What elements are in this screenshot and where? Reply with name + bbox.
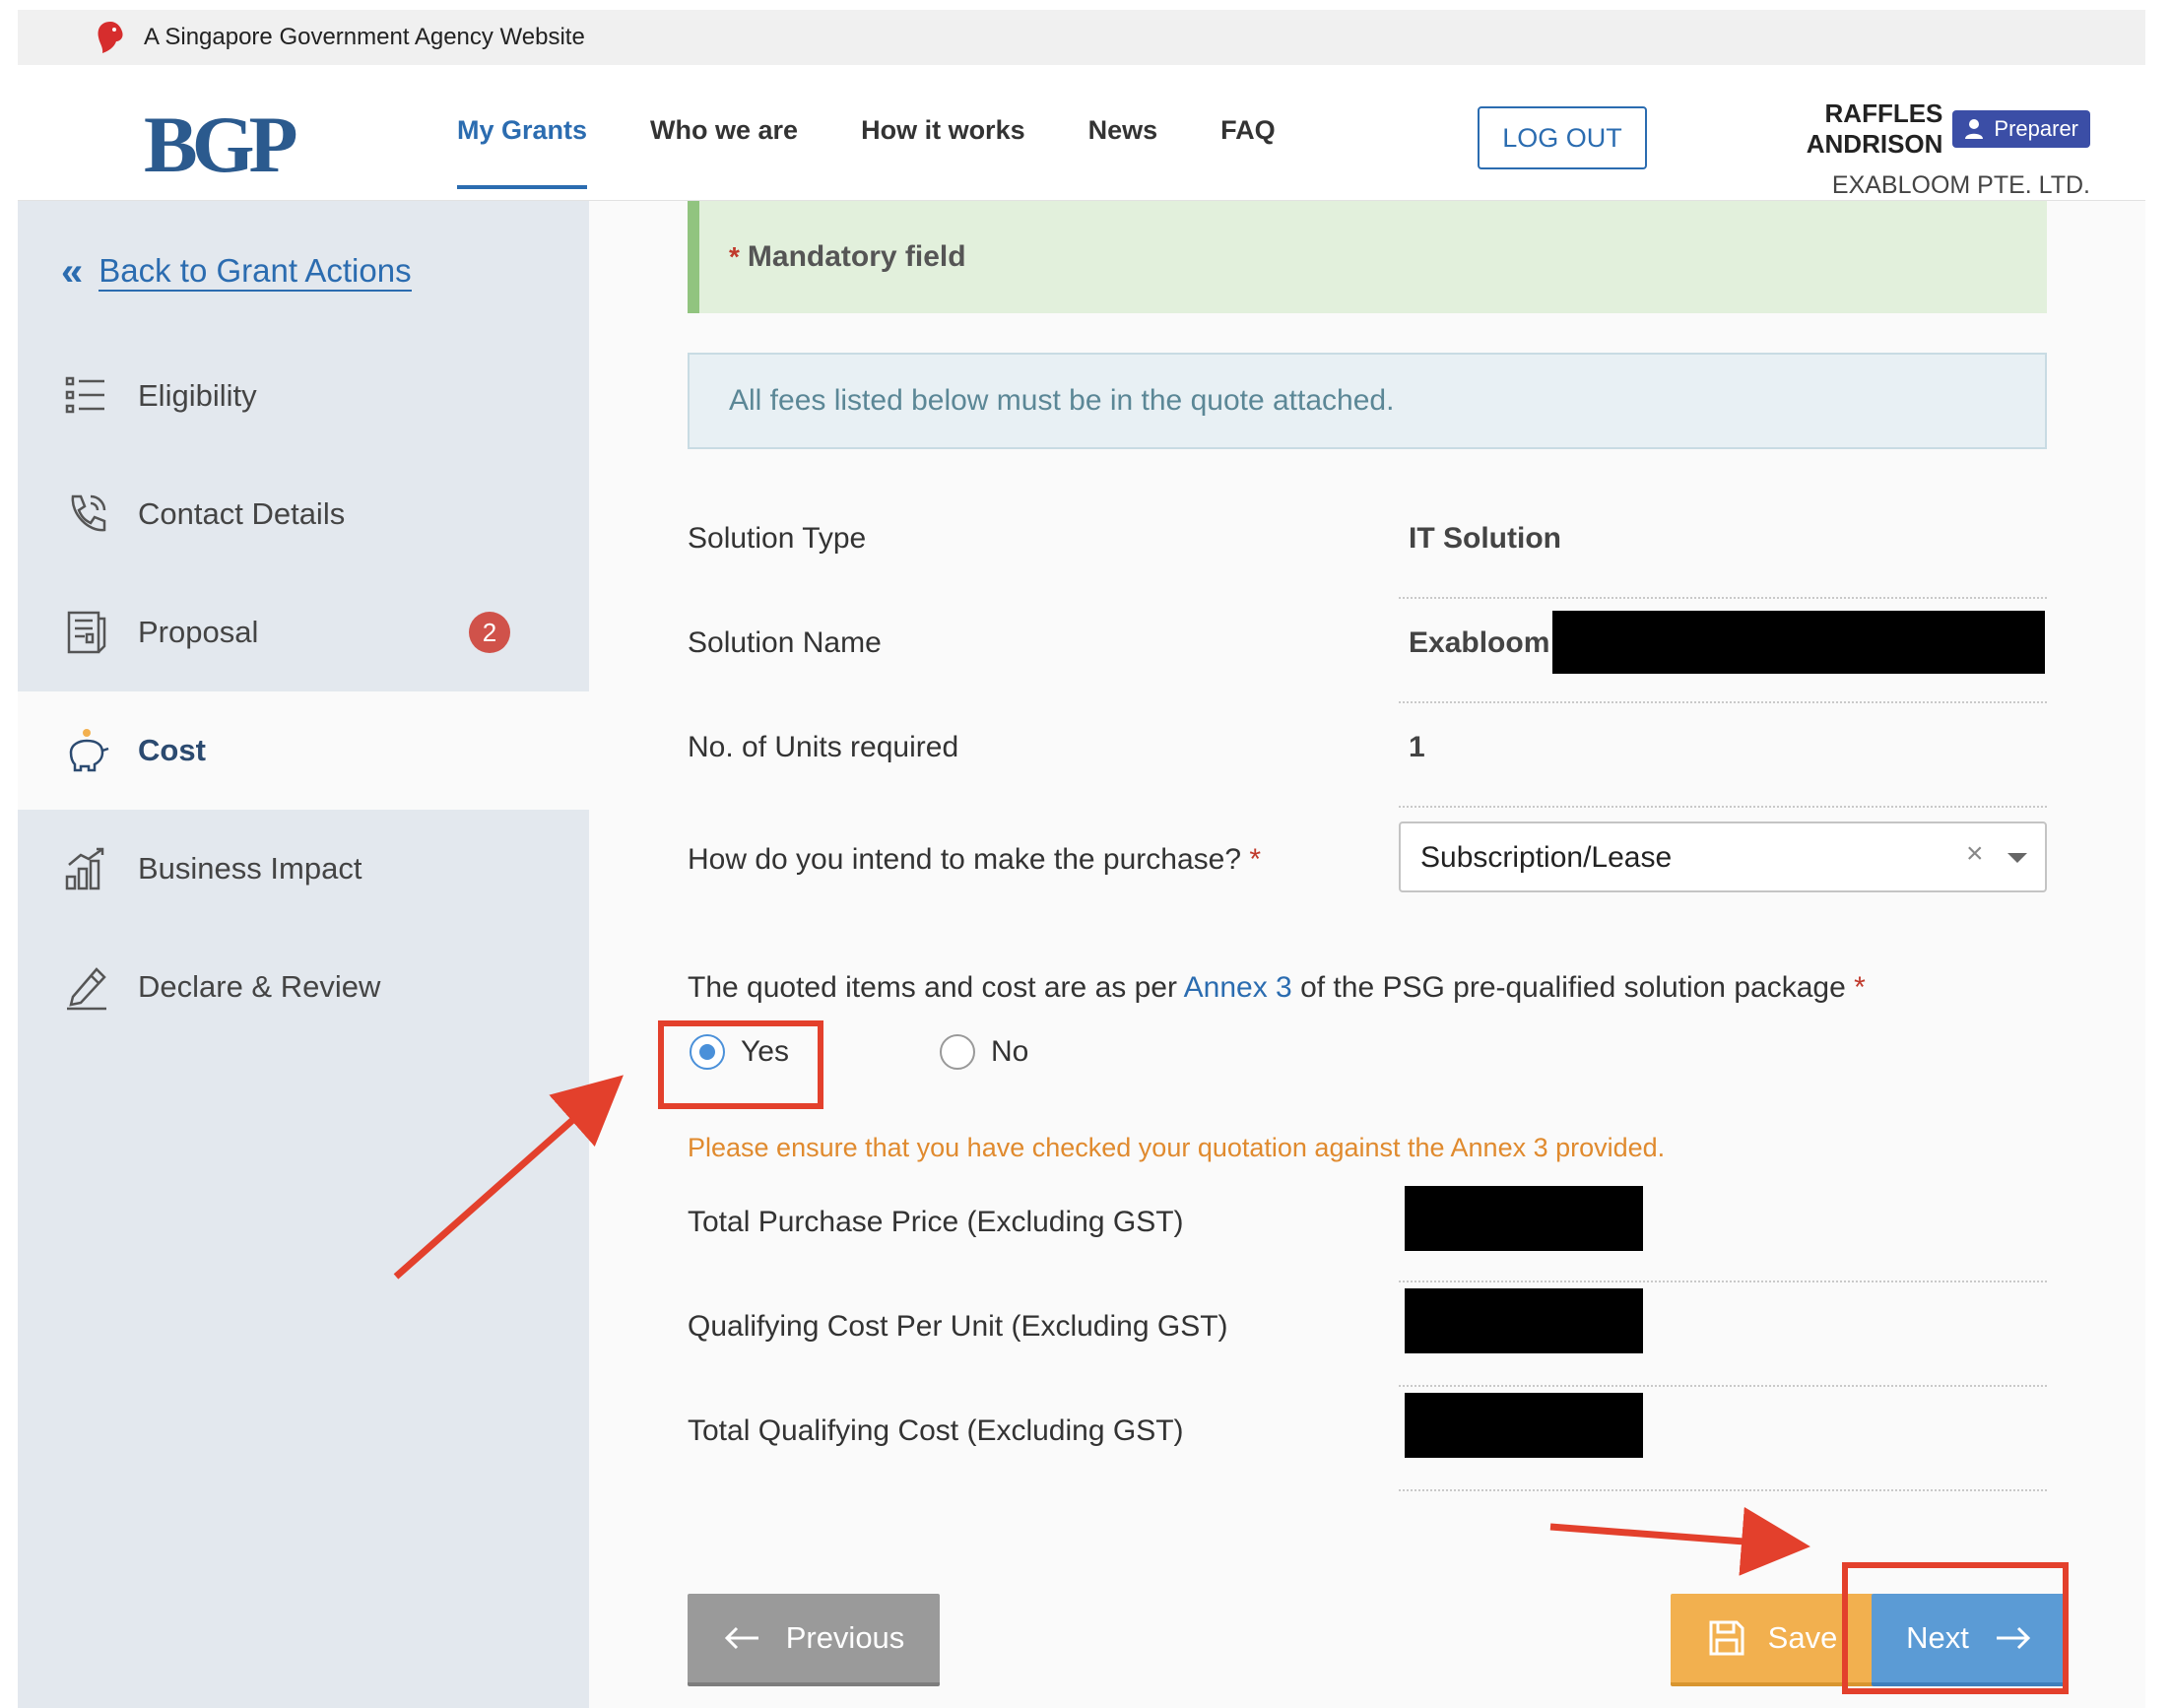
previous-label: Previous — [785, 1620, 905, 1655]
user-info: RAFFLES ANDRISON Preparer EXABLOOM PTE. … — [1692, 99, 2090, 200]
next-button[interactable]: Next — [1872, 1594, 2067, 1686]
sidebar-item-contact-details[interactable]: Contact Details — [18, 455, 589, 573]
purchase-method-select[interactable]: Subscription/Lease × — [1399, 821, 2047, 892]
annex-question: The quoted items and cost are as per Ann… — [688, 971, 1866, 1004]
units-row: No. of Units required 1 — [688, 703, 2047, 808]
nav-who-we-are[interactable]: Who we are — [650, 115, 798, 189]
government-masthead: A Singapore Government Agency Website — [18, 10, 2145, 65]
double-chevron-left-icon: « — [61, 250, 84, 294]
nav-how-it-works[interactable]: How it works — [861, 115, 1025, 189]
sidebar-item-label: Proposal — [138, 615, 259, 649]
role-badge: Preparer — [1952, 110, 2090, 148]
next-label: Next — [1906, 1620, 1969, 1655]
annex-warning: Please ensure that you have checked your… — [688, 1133, 1666, 1162]
solution-name-value: Exabloom — [1409, 626, 1550, 659]
solution-type-value-field: IT Solution — [1399, 494, 2047, 599]
redacted-block — [1405, 1186, 1643, 1251]
phone-icon — [71, 494, 106, 532]
piggy-bank-icon — [69, 729, 109, 772]
company-name: EXABLOOM PTE. LTD. — [1831, 171, 2090, 199]
total-purchase-row: Total Purchase Price (Excluding GST) — [688, 1178, 2047, 1282]
sidebar: « Back to Grant Actions Eligibility Cont… — [18, 201, 589, 1708]
sidebar-item-declare-review[interactable]: Declare & Review — [18, 928, 589, 1046]
radio-yes-label: Yes — [741, 1035, 789, 1068]
radio-no-label: No — [991, 1035, 1029, 1068]
sidebar-item-business-impact[interactable]: Business Impact — [18, 810, 589, 928]
radio-no[interactable]: No — [940, 1034, 1028, 1070]
total-purchase-label: Total Purchase Price (Excluding GST) — [688, 1206, 1184, 1238]
qualifying-per-unit-value-field — [1399, 1282, 2047, 1387]
solution-type-value: IT Solution — [1409, 522, 1561, 555]
back-link-label: Back to Grant Actions — [99, 252, 412, 292]
solution-name-label: Solution Name — [688, 626, 882, 659]
save-button[interactable]: Save — [1671, 1594, 1874, 1686]
save-icon — [1709, 1620, 1744, 1656]
notification-badge: 2 — [469, 612, 510, 653]
solution-type-label: Solution Type — [688, 522, 867, 555]
redacted-block — [1405, 1393, 1643, 1458]
radio-no-circle[interactable] — [940, 1034, 975, 1070]
sidebar-item-eligibility[interactable]: Eligibility — [18, 337, 589, 455]
previous-button[interactable]: Previous — [688, 1594, 940, 1686]
bar-chart-icon — [65, 847, 104, 890]
solution-name-value-field: Exabloom — [1399, 599, 2047, 703]
arrow-right-icon — [1996, 1626, 2030, 1650]
qualifying-per-unit-label: Qualifying Cost Per Unit (Excluding GST) — [688, 1310, 1228, 1343]
logout-button[interactable]: LOG OUT — [1478, 106, 1647, 169]
nav-faq[interactable]: FAQ — [1220, 115, 1276, 189]
info-banner: All fees listed below must be in the quo… — [688, 353, 2047, 449]
mandatory-field-notice: * Mandatory field — [688, 201, 2047, 313]
nav-my-grants[interactable]: My Grants — [457, 115, 588, 189]
solution-name-row: Solution Name Exabloom — [688, 599, 2047, 703]
total-qualifying-label: Total Qualifying Cost (Excluding GST) — [688, 1414, 1184, 1447]
solution-type-row: Solution Type IT Solution — [688, 494, 2047, 599]
sidebar-item-cost[interactable]: Cost — [18, 691, 589, 810]
arrow-left-icon — [724, 1626, 758, 1650]
save-label: Save — [1767, 1620, 1838, 1655]
purchase-method-value: Subscription/Lease — [1420, 841, 1673, 874]
app-window: A Singapore Government Agency Website BG… — [0, 0, 2171, 1708]
sidebar-item-proposal[interactable]: Proposal 2 — [18, 573, 589, 691]
sidebar-item-label: Eligibility — [138, 378, 257, 413]
sidebar-item-label: Cost — [138, 733, 206, 767]
redacted-block — [1552, 611, 2045, 674]
sidebar-item-label: Contact Details — [138, 496, 346, 531]
sidebar-item-label: Declare & Review — [138, 969, 381, 1004]
units-label: No. of Units required — [688, 731, 959, 763]
pen-icon — [67, 967, 106, 1011]
mandatory-text: Mandatory field — [747, 240, 966, 273]
main-nav: My Grants Who we are How it works News F… — [457, 115, 1339, 189]
total-purchase-value-field — [1399, 1178, 2047, 1282]
person-icon — [1965, 119, 1984, 139]
redacted-block — [1405, 1288, 1643, 1353]
clear-icon[interactable]: × — [1966, 837, 1984, 871]
units-value: 1 — [1409, 731, 1425, 763]
page: A Singapore Government Agency Website BG… — [18, 10, 2145, 1708]
bgp-logo[interactable]: BGP — [144, 104, 298, 185]
qualifying-per-unit-row: Qualifying Cost Per Unit (Excluding GST) — [688, 1282, 2047, 1387]
units-value-field: 1 — [1399, 703, 2047, 808]
radio-yes-circle[interactable] — [690, 1034, 725, 1070]
document-icon — [67, 611, 106, 654]
total-qualifying-row: Total Qualifying Cost (Excluding GST) — [688, 1387, 2047, 1491]
info-text: All fees listed below must be in the quo… — [729, 384, 1395, 417]
required-star: * — [729, 241, 740, 272]
annex-3-link[interactable]: Annex 3 — [1184, 971, 1292, 1004]
purchase-method-label: How do you intend to make the purchase? … — [688, 843, 1262, 876]
chevron-down-icon[interactable] — [2007, 853, 2027, 863]
nav-news[interactable]: News — [1088, 115, 1158, 189]
sidebar-item-label: Business Impact — [138, 851, 362, 886]
masthead-text: A Singapore Government Agency Website — [144, 24, 585, 50]
merlion-icon — [98, 22, 123, 53]
list-icon — [65, 376, 104, 414]
user-name: RAFFLES ANDRISON — [1806, 99, 1943, 159]
radio-yes[interactable]: Yes — [690, 1034, 789, 1070]
role-label: Preparer — [1994, 116, 2078, 141]
back-to-grant-actions-link[interactable]: « Back to Grant Actions — [61, 252, 412, 292]
total-qualifying-value-field — [1399, 1387, 2047, 1491]
top-navbar: BGP My Grants Who we are How it works Ne… — [18, 65, 2145, 201]
